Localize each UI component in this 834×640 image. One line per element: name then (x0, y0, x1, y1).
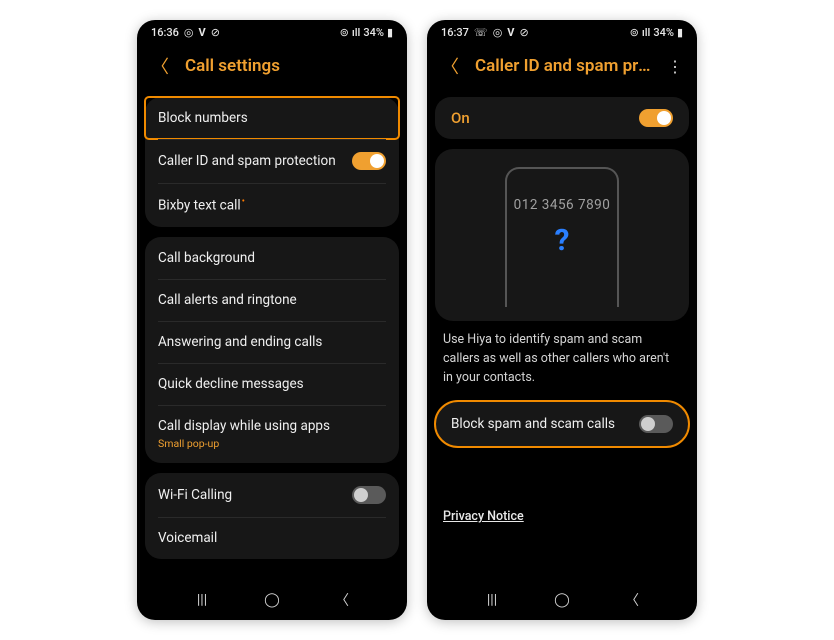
battery-pct: 34% (363, 26, 384, 39)
header: 〈 Caller ID and spam pro… ⋮ (427, 41, 697, 93)
header: 〈 Call settings (137, 41, 407, 93)
home-icon[interactable]: ◯ (547, 592, 577, 608)
nav-bar: ||| ◯ 〈 (137, 580, 407, 620)
caller-id-toggle[interactable] (352, 152, 386, 170)
wifi-calling-toggle[interactable] (352, 486, 386, 504)
master-toggle[interactable] (639, 109, 673, 127)
wifi-calling-label: Wi-Fi Calling (158, 487, 352, 503)
phone-right: 16:37 ☏ ◎ V ⊘ ⊚ ıll 34% ▮ 〈 Caller ID an… (427, 20, 697, 620)
signal-icon: ıll (642, 26, 650, 39)
decline-label: Quick decline messages (158, 376, 386, 392)
status-left: 16:37 ☏ ◎ V ⊘ (441, 26, 529, 39)
sample-number: 012 3456 7890 (514, 197, 611, 213)
status-left: 16:36 ◎ V ⊘ (151, 26, 220, 39)
display-row[interactable]: Call display while using apps Small pop-… (145, 405, 399, 463)
wifi-icon: ⊚ (630, 26, 639, 39)
alerts-label: Call alerts and ringtone (158, 292, 386, 308)
whatsapp-icon: ◎ (493, 26, 503, 39)
voicemail-row[interactable]: Voicemail (145, 517, 399, 559)
display-sub: Small pop-up (158, 437, 386, 450)
new-dot-icon: • (242, 196, 245, 207)
status-time: 16:37 (441, 26, 469, 39)
back-nav-icon[interactable]: 〈 (617, 590, 647, 610)
page-title: Caller ID and spam pro… (475, 56, 651, 76)
bixby-label: Bixby text call• (158, 196, 386, 214)
home-icon[interactable]: ◯ (257, 592, 287, 608)
wifi-calling-row[interactable]: Wi-Fi Calling (145, 473, 399, 517)
page-title: Call settings (185, 56, 393, 76)
settings-content: Block numbers Caller ID and spam protect… (137, 93, 407, 580)
status-time: 16:36 (151, 26, 179, 39)
privacy-row: Privacy Notice (431, 497, 693, 532)
dnd-icon: ⊘ (211, 26, 220, 39)
answering-label: Answering and ending calls (158, 334, 386, 350)
nav-bar: ||| ◯ 〈 (427, 580, 697, 620)
call-bg-row[interactable]: Call background (145, 237, 399, 279)
whatsapp-icon: ◎ (184, 26, 194, 39)
description-text: Use Hiya to identify spam and scam calle… (431, 331, 693, 397)
block-spam-toggle[interactable] (639, 415, 673, 433)
settings-group-3: Wi-Fi Calling Voicemail (145, 473, 399, 559)
block-numbers-row[interactable]: Block numbers (145, 97, 399, 139)
caller-id-label: Caller ID and spam protection (158, 153, 352, 169)
wifi-icon: ⊚ (340, 26, 349, 39)
status-bar: 16:36 ◎ V ⊘ ⊚ ıll 34% ▮ (137, 20, 407, 41)
phone-illustration: 012 3456 7890 ? (505, 167, 619, 307)
bixby-row[interactable]: Bixby text call• (145, 183, 399, 227)
settings-group-1: Block numbers Caller ID and spam protect… (145, 97, 399, 227)
back-nav-icon[interactable]: 〈 (327, 590, 357, 610)
battery-pct: 34% (653, 26, 674, 39)
display-label: Call display while using apps Small pop-… (158, 418, 386, 450)
settings-group-2: Call background Call alerts and ringtone… (145, 237, 399, 463)
phone-left: 16:36 ◎ V ⊘ ⊚ ıll 34% ▮ 〈 Call settings … (137, 20, 407, 620)
status-right: ⊚ ıll 34% ▮ (340, 26, 393, 39)
on-label: On (451, 109, 639, 127)
more-icon[interactable]: ⋮ (667, 57, 683, 76)
block-spam-label: Block spam and scam calls (451, 416, 639, 432)
recents-icon[interactable]: ||| (477, 592, 507, 608)
call-bg-label: Call background (158, 250, 386, 266)
dnd-icon: ⊘ (519, 26, 528, 39)
block-numbers-label: Block numbers (158, 110, 386, 126)
question-icon: ? (555, 223, 570, 258)
signal-icon: ıll (352, 26, 360, 39)
status-right: ⊚ ıll 34% ▮ (630, 26, 683, 39)
recents-icon[interactable]: ||| (187, 592, 217, 608)
master-toggle-row[interactable]: On (435, 97, 689, 139)
app-icon: V (199, 26, 206, 39)
call-icon: ☏ (474, 26, 488, 39)
app-icon: V (507, 26, 514, 39)
back-icon[interactable]: 〈 (441, 53, 459, 79)
caller-id-row[interactable]: Caller ID and spam protection (145, 139, 399, 183)
status-bar: 16:37 ☏ ◎ V ⊘ ⊚ ıll 34% ▮ (427, 20, 697, 41)
privacy-link[interactable]: Privacy Notice (443, 509, 524, 524)
voicemail-label: Voicemail (158, 530, 386, 546)
decline-row[interactable]: Quick decline messages (145, 363, 399, 405)
alerts-row[interactable]: Call alerts and ringtone (145, 279, 399, 321)
spam-content: On 012 3456 7890 ? Use Hiya to identify … (427, 93, 697, 580)
battery-icon: ▮ (677, 26, 683, 39)
block-spam-row[interactable]: Block spam and scam calls (435, 401, 689, 447)
illustration-card: 012 3456 7890 ? (435, 149, 689, 321)
back-icon[interactable]: 〈 (151, 53, 169, 79)
answering-row[interactable]: Answering and ending calls (145, 321, 399, 363)
battery-icon: ▮ (387, 26, 393, 39)
